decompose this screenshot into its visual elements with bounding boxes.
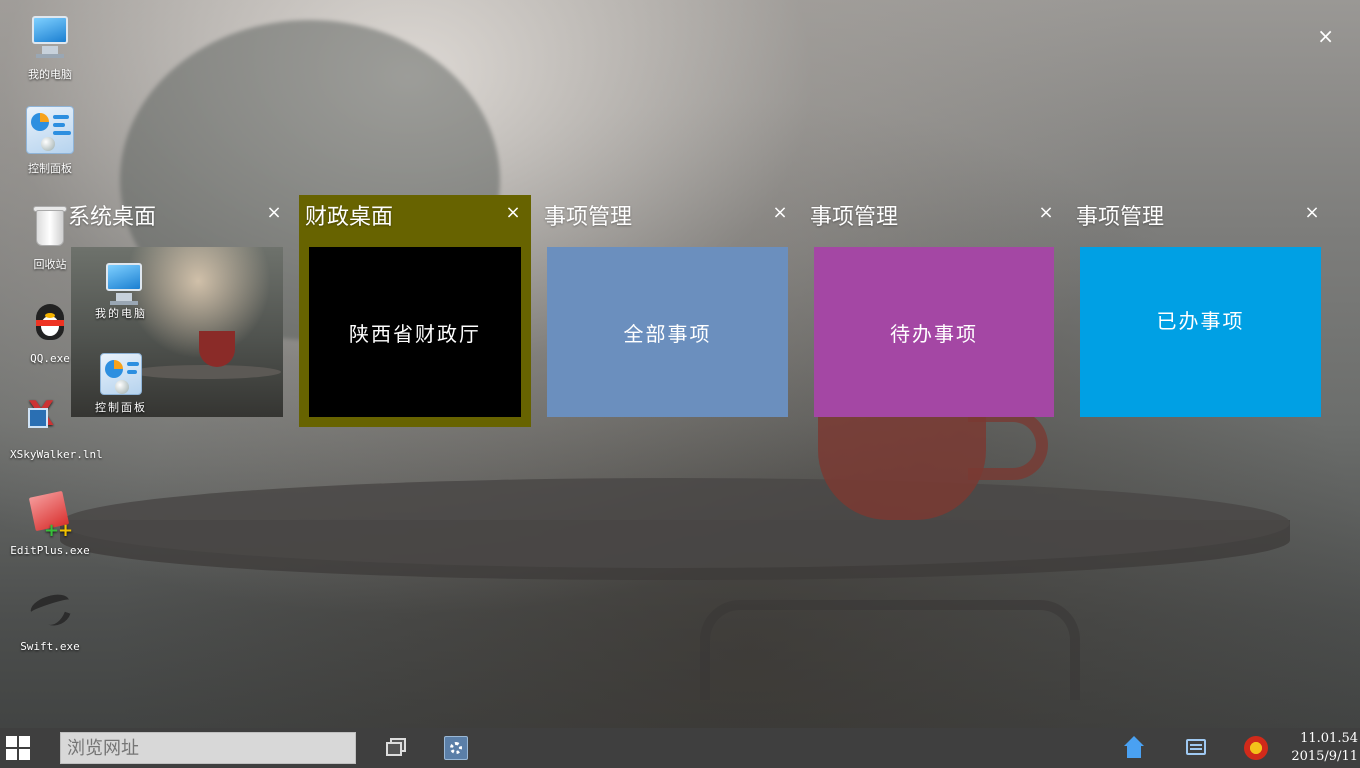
tile-group-title: 财政桌面 (305, 205, 394, 230)
message-icon[interactable] (1184, 736, 1208, 760)
desktop-icon-label: XSkyWalker.lnl (10, 448, 103, 461)
screen-close-button[interactable]: × (1317, 24, 1334, 48)
desktop-icon-label: 控制面板 (28, 162, 72, 175)
settings-icon[interactable] (444, 736, 468, 760)
tile-label: 待办事项 (890, 321, 978, 346)
tile-group-title: 事项管理 (544, 205, 633, 230)
home-icon[interactable] (1122, 736, 1146, 760)
tile-group-close-button[interactable]: × (264, 203, 284, 223)
tile-label: 已办事项 (1156, 309, 1245, 333)
system-desktop-preview-tile[interactable]: 我的电脑 控制面板 (71, 247, 283, 417)
tile-group-close-button[interactable]: × (770, 203, 790, 223)
tile-label: 全部事项 (623, 321, 712, 346)
tile-group-items-pending: 事项管理 × 待办事项 (806, 195, 1058, 427)
taskbar: 11.01.54 2015/9/11 (0, 728, 1360, 768)
tile-group-title: 事项管理 (1076, 205, 1165, 230)
tile-group-items-done: 事项管理 × 已办事项 (1072, 195, 1326, 427)
control-panel-icon (26, 106, 74, 154)
desktop-icon-swift[interactable]: Swift.exe (10, 586, 90, 653)
desktop-icon-label: Swift.exe (20, 640, 80, 653)
shaanxi-finance-tile[interactable]: 陕西省财政厅 (309, 247, 521, 417)
url-input[interactable] (60, 732, 356, 764)
tile-group-title: 系统桌面 (68, 205, 157, 230)
background-table (60, 478, 1290, 568)
control-panel-icon (100, 353, 142, 395)
national-emblem-icon[interactable] (1244, 736, 1268, 760)
tile-group-system-desktop: 系统桌面 × 我的电脑 控制面板 (64, 195, 290, 427)
computer-icon (26, 12, 74, 60)
clock-time: 11.01.54 (1300, 731, 1358, 746)
all-items-tile[interactable]: 全部事项 (547, 247, 788, 417)
tile-group-title: 事项管理 (810, 205, 899, 230)
desktop-icon-label: EditPlus.exe (10, 544, 90, 557)
swift-bird-icon (26, 586, 74, 634)
preview-icon-my-computer: 我的电脑 (91, 259, 151, 321)
pending-items-tile[interactable]: 待办事项 (814, 247, 1054, 417)
computer-icon (100, 259, 142, 305)
windows-start-icon[interactable] (6, 736, 30, 760)
editplus-icon: + + (26, 490, 74, 541)
preview-icon-label: 我的电脑 (95, 307, 147, 320)
tile-group-close-button[interactable]: × (1302, 203, 1322, 223)
clock-date: 2015/9/11 (1291, 749, 1358, 764)
background-chair (700, 600, 1080, 700)
tile-label: 陕西省财政厅 (349, 321, 481, 346)
tile-group-items-all: 事项管理 × 全部事项 (540, 195, 792, 427)
tile-group-close-button[interactable]: × (503, 203, 523, 223)
desktop-icon-control-panel[interactable]: 控制面板 (10, 106, 90, 176)
tile-group-close-button[interactable]: × (1036, 203, 1056, 223)
clock[interactable]: 11.01.54 2015/9/11 (1291, 730, 1358, 766)
done-items-tile[interactable]: 已办事项 (1080, 247, 1321, 417)
tile-group-finance-desktop: 财政桌面 × 陕西省财政厅 (299, 195, 531, 427)
desktop-icon-label: 我的电脑 (28, 68, 72, 81)
desktop-icon-my-computer[interactable]: 我的电脑 (10, 12, 90, 82)
task-view-icon[interactable] (386, 736, 410, 760)
preview-icon-control-panel: 控制面板 (91, 353, 151, 415)
preview-icon-label: 控制面板 (95, 401, 147, 414)
desktop-icon-editplus[interactable]: + + EditPlus.exe (10, 490, 90, 557)
